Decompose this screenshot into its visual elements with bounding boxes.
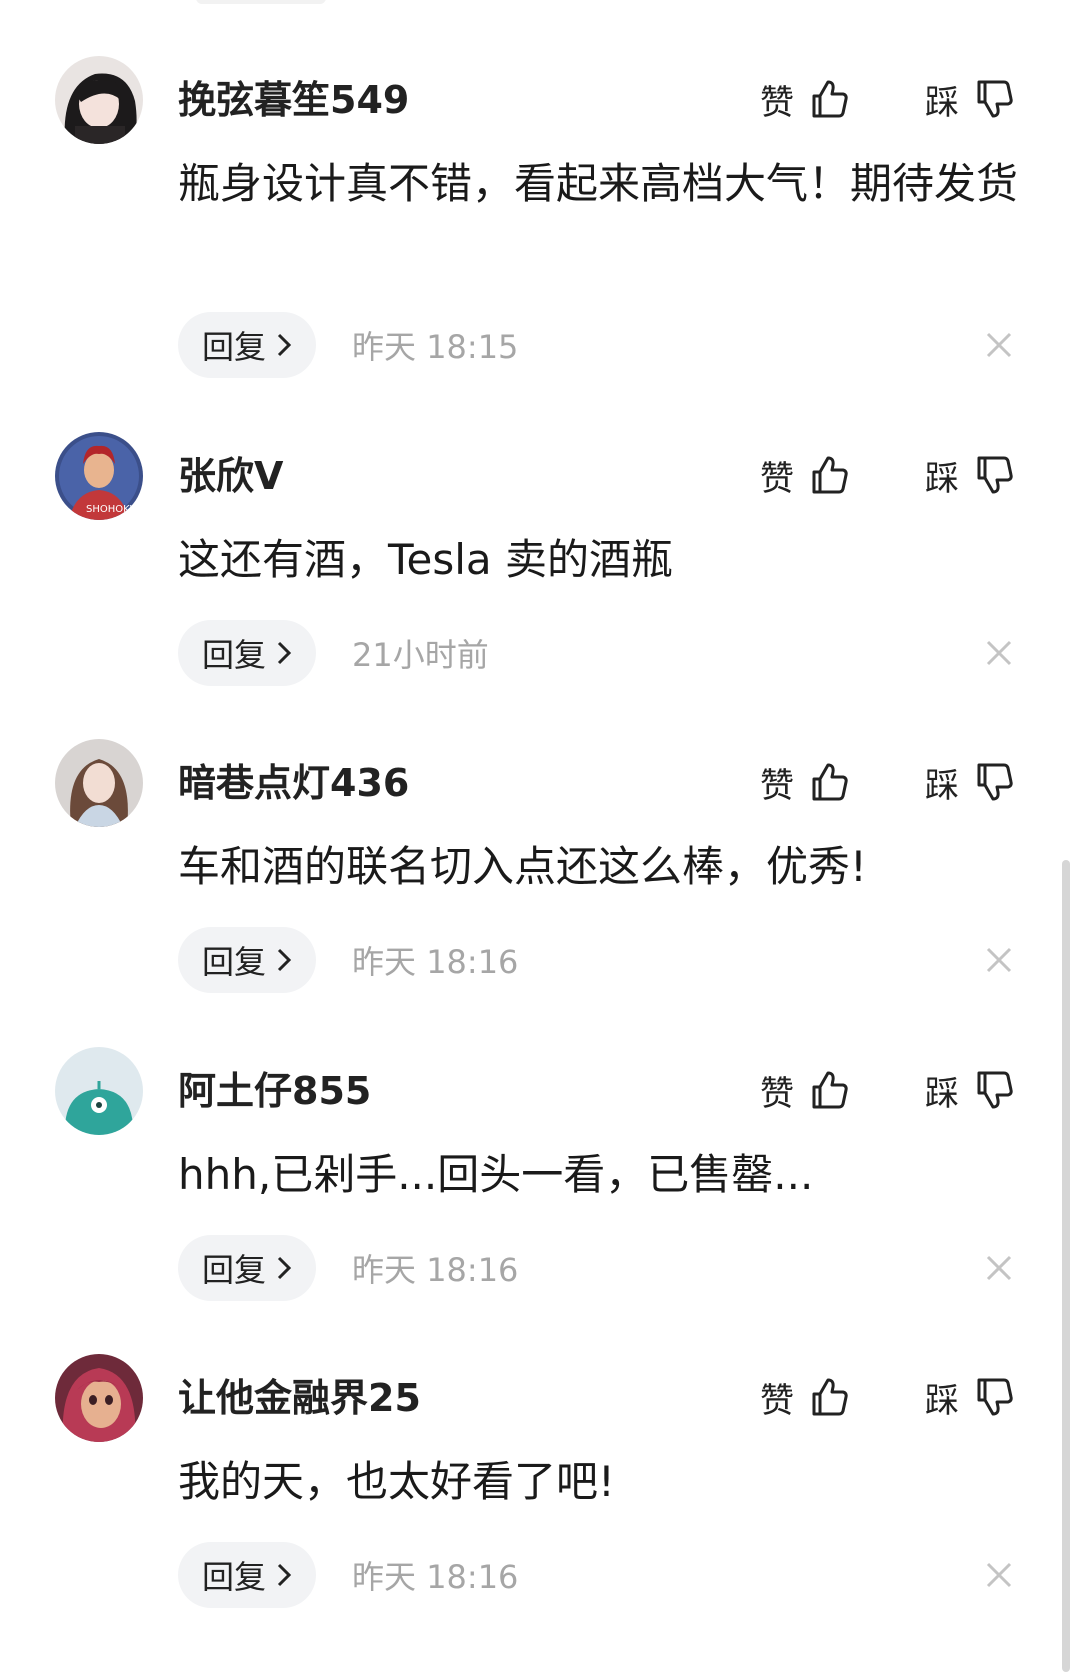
dislike-button[interactable]: 踩 (925, 1065, 1015, 1115)
reply-label: 回复 (202, 943, 267, 981)
thumbs-up-icon (812, 1071, 848, 1109)
thumbs-down-icon (977, 1378, 1013, 1416)
like-label: 赞 (760, 458, 794, 499)
avatar-cartoon-red-hair-icon (55, 1354, 143, 1442)
reply-button[interactable]: 回复 (178, 1542, 317, 1608)
comment-text: 瓶身设计真不错，看起来高档大气！期待发货 (178, 159, 1019, 208)
dislike-label: 踩 (925, 765, 959, 806)
comment-footer: 回复 昨天 18:16 (178, 1235, 518, 1301)
close-icon (986, 1255, 1012, 1281)
comment-item: 挽弦暮笙549 赞 踩 瓶身设计真不错，看起来高档大气！期待发货 回复 昨天 1… (0, 56, 1060, 378)
avatar-woman-photo-icon (55, 739, 143, 827)
like-button[interactable]: 赞 (760, 74, 850, 124)
avatar-basketball-player-icon: SHOHOKU (55, 432, 143, 520)
close-button[interactable] (983, 637, 1015, 669)
reply-label: 回复 (202, 636, 267, 674)
comment-time: 昨天 18:16 (352, 943, 519, 981)
comment-item: SHOHOKU 张欣V 赞 踩 这还有酒，Tesla 卖的酒瓶 回复 21小时前 (0, 432, 1060, 732)
thumbs-down-icon (977, 1071, 1013, 1109)
avatar[interactable] (55, 739, 143, 827)
reply-button[interactable]: 回复 (178, 620, 317, 686)
comment-text: 我的天，也太好看了吧! (178, 1457, 615, 1506)
close-icon (986, 1562, 1012, 1588)
avatar[interactable] (55, 1047, 143, 1135)
comment-time: 昨天 18:15 (352, 328, 519, 366)
close-button[interactable] (983, 1252, 1015, 1284)
like-label: 赞 (760, 765, 794, 806)
comment-time: 昨天 18:16 (352, 1251, 519, 1289)
avatar-woman-dark-hair-icon (55, 56, 143, 144)
like-label: 赞 (760, 1073, 794, 1114)
thumbs-up-icon (812, 456, 848, 494)
thumbs-up-icon (812, 763, 848, 801)
avatar[interactable] (55, 1354, 143, 1442)
thumbs-up-icon (812, 80, 848, 118)
reply-button[interactable]: 回复 (178, 1235, 317, 1301)
comment-footer: 回复 昨天 18:16 (178, 1542, 518, 1608)
comment-item: 阿土仔855 赞 踩 hhh,已剁手...回头一看，已售罄... 回复 昨天 1… (0, 1047, 1060, 1347)
comment-footer: 回复 昨天 18:16 (178, 927, 518, 993)
username[interactable]: 让他金融界25 (178, 1374, 421, 1422)
username[interactable]: 阿土仔855 (178, 1067, 371, 1115)
comment-time: 21小时前 (352, 636, 489, 674)
close-icon (986, 947, 1012, 973)
comment-footer: 回复 21小时前 (178, 620, 489, 686)
like-button[interactable]: 赞 (760, 450, 850, 500)
dislike-label: 踩 (925, 1380, 959, 1421)
dislike-button[interactable]: 踩 (925, 1372, 1015, 1422)
close-button[interactable] (983, 1559, 1015, 1591)
like-button[interactable]: 赞 (760, 1372, 850, 1422)
close-button[interactable] (983, 329, 1015, 361)
like-button[interactable]: 赞 (760, 1065, 850, 1115)
comment-text: 车和酒的联名切入点还这么棒，优秀! (178, 842, 867, 891)
reply-label: 回复 (202, 1558, 267, 1596)
chevron-right-icon (277, 948, 292, 972)
like-button[interactable]: 赞 (760, 757, 850, 807)
chevron-right-icon (277, 641, 292, 665)
username[interactable]: 挽弦暮笙549 (178, 76, 409, 124)
dislike-button[interactable]: 踩 (925, 757, 1015, 807)
dislike-label: 踩 (925, 82, 959, 123)
dislike-button[interactable]: 踩 (925, 74, 1015, 124)
avatar[interactable] (55, 56, 143, 144)
dislike-label: 踩 (925, 458, 959, 499)
thumbs-down-icon (977, 80, 1013, 118)
svg-text:SHOHOKU: SHOHOKU (86, 504, 137, 515)
reply-label: 回复 (202, 1251, 267, 1289)
previous-item-edge (196, 0, 326, 4)
like-label: 赞 (760, 1380, 794, 1421)
username[interactable]: 张欣V (178, 452, 283, 500)
chevron-right-icon (277, 1563, 292, 1587)
thumbs-down-icon (977, 763, 1013, 801)
comment-text: hhh,已剁手...回头一看，已售罄... (178, 1150, 814, 1199)
scrollbar[interactable] (1062, 860, 1070, 1672)
avatar[interactable]: SHOHOKU (55, 432, 143, 520)
comment-time: 昨天 18:16 (352, 1558, 519, 1596)
reply-button[interactable]: 回复 (178, 312, 317, 378)
close-button[interactable] (983, 944, 1015, 976)
username[interactable]: 暗巷点灯436 (178, 759, 409, 807)
thumbs-up-icon (812, 1378, 848, 1416)
comment-text: 这还有酒，Tesla 卖的酒瓶 (178, 535, 673, 584)
chevron-right-icon (277, 1256, 292, 1280)
reply-button[interactable]: 回复 (178, 927, 317, 993)
dislike-label: 踩 (925, 1073, 959, 1114)
dislike-button[interactable]: 踩 (925, 450, 1015, 500)
reply-label: 回复 (202, 328, 267, 366)
chevron-right-icon (277, 333, 292, 357)
like-label: 赞 (760, 82, 794, 123)
avatar-teal-monster-icon (55, 1047, 143, 1135)
close-icon (986, 332, 1012, 358)
comment-item: 让他金融界25 赞 踩 我的天，也太好看了吧! 回复 昨天 18:16 (0, 1354, 1060, 1654)
thumbs-down-icon (977, 456, 1013, 494)
comment-item: 暗巷点灯436 赞 踩 车和酒的联名切入点还这么棒，优秀! 回复 昨天 18:1… (0, 739, 1060, 1039)
comment-footer: 回复 昨天 18:15 (178, 312, 518, 378)
close-icon (986, 640, 1012, 666)
